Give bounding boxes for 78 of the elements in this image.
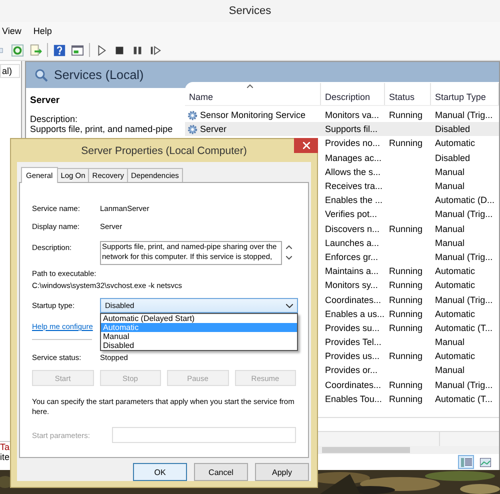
window-text: ite — [0, 452, 11, 462]
table-cell: Provides Tel... — [325, 337, 382, 348]
table-cell: Running — [389, 322, 423, 333]
table-cell: Supports fil... — [325, 124, 378, 134]
service-name: Server — [30, 95, 61, 106]
panel-title: Services (Local) — [54, 68, 144, 82]
table-cell: Running — [389, 308, 423, 319]
column-header[interactable]: Startup Type — [431, 83, 499, 105]
table-row[interactable]: Sensor Monitoring Service Monitors va... Running Manual (Trig... — [185, 108, 499, 122]
table-cell: Automatic (T... — [435, 394, 493, 404]
table-cell: Manual — [435, 337, 465, 348]
table-cell: Running — [389, 380, 423, 390]
table-cell: Maintains a... — [325, 266, 379, 276]
table-cell: Running — [389, 110, 423, 120]
table-cell: Manual — [435, 365, 465, 376]
description-text: Supports file, print, and named-pipe — [30, 124, 174, 134]
table-cell: Monitors va... — [325, 110, 380, 120]
table-cell: Enables the ... — [325, 195, 383, 206]
table-cell: Running — [389, 138, 423, 148]
table-row[interactable]: Server Supports fil... Disabled — [185, 122, 499, 136]
table-cell: Provides or... — [325, 365, 378, 376]
table-cell: Automatic — [435, 138, 476, 148]
table-cell: Automatic — [435, 308, 476, 319]
table-cell: Manual (Trig... — [435, 209, 493, 220]
table-cell: Provides us... — [325, 351, 380, 362]
table-cell: Enables a us... — [325, 308, 385, 319]
table-cell: Server — [200, 124, 227, 134]
column-header[interactable]: Status — [385, 83, 431, 105]
table-cell: Enables Tou... — [325, 394, 382, 404]
window-title: Services — [228, 5, 272, 17]
dialog-button[interactable]: OK — [133, 463, 187, 481]
dropdown-option[interactable]: Automatic (Delayed Start) — [101, 314, 297, 323]
table-cell: Manages ac... — [325, 152, 382, 163]
table-cell: Coordinates... — [325, 294, 382, 305]
table-cell: Provides no... — [325, 138, 380, 148]
table-cell: Coordinates... — [325, 380, 382, 390]
column-header[interactable]: Description — [321, 83, 385, 105]
table-cell: Running — [389, 224, 423, 234]
table-cell: Disabled — [435, 124, 470, 134]
dropdown-option[interactable]: Disabled — [101, 341, 297, 350]
menu-item[interactable]: Help — [33, 26, 52, 36]
table-cell: Manual — [435, 181, 465, 192]
table-cell: Running — [389, 280, 423, 290]
dropdown-option[interactable]: Manual — [101, 332, 297, 341]
table-cell: Running — [389, 266, 423, 276]
dialog-title: Server Properties (Local Computer) — [81, 144, 247, 156]
table-cell: Sensor Monitoring Service — [200, 110, 306, 120]
table-cell: Provides su... — [325, 322, 380, 333]
table-cell: Manual (Trig... — [435, 294, 493, 305]
table-cell: Verifies pot... — [325, 209, 378, 220]
table-cell: Disabled — [435, 152, 470, 163]
table-cell: Automatic (D... — [435, 195, 495, 206]
table-cell: Automatic — [435, 280, 476, 290]
dialog-button[interactable]: Apply — [255, 463, 309, 481]
table-cell: Launches a... — [325, 238, 380, 248]
table-cell: Manual — [435, 166, 465, 177]
table-cell: Running — [389, 351, 423, 362]
window-text: Ta — [0, 442, 11, 452]
table-cell: Manual — [435, 224, 465, 234]
dialog-button[interactable]: Cancel — [194, 463, 248, 481]
table-cell: Allows the s... — [325, 166, 381, 177]
table-cell: Automatic (T... — [435, 322, 493, 333]
column-header[interactable]: Name — [185, 83, 321, 105]
table-cell: Manual (Trig... — [435, 252, 493, 262]
table-cell: Enforces gr... — [325, 252, 378, 262]
table-cell: Running — [389, 394, 423, 404]
description-label: Description: — [30, 114, 79, 124]
table-cell: Automatic — [435, 351, 476, 362]
table-cell: Running — [389, 294, 423, 305]
table-cell: Receives tra... — [325, 181, 383, 192]
table-cell: Manual — [435, 238, 465, 248]
table-cell: Discovers n... — [325, 224, 380, 234]
table-cell: Monitors sy... — [325, 280, 378, 290]
menu-item[interactable]: View — [2, 26, 22, 36]
table-cell: Manual (Trig... — [435, 110, 493, 120]
table-cell: Manual (Trig... — [435, 380, 493, 390]
table-cell: Automatic — [435, 266, 476, 276]
tree-item[interactable]: al) — [0, 64, 20, 78]
